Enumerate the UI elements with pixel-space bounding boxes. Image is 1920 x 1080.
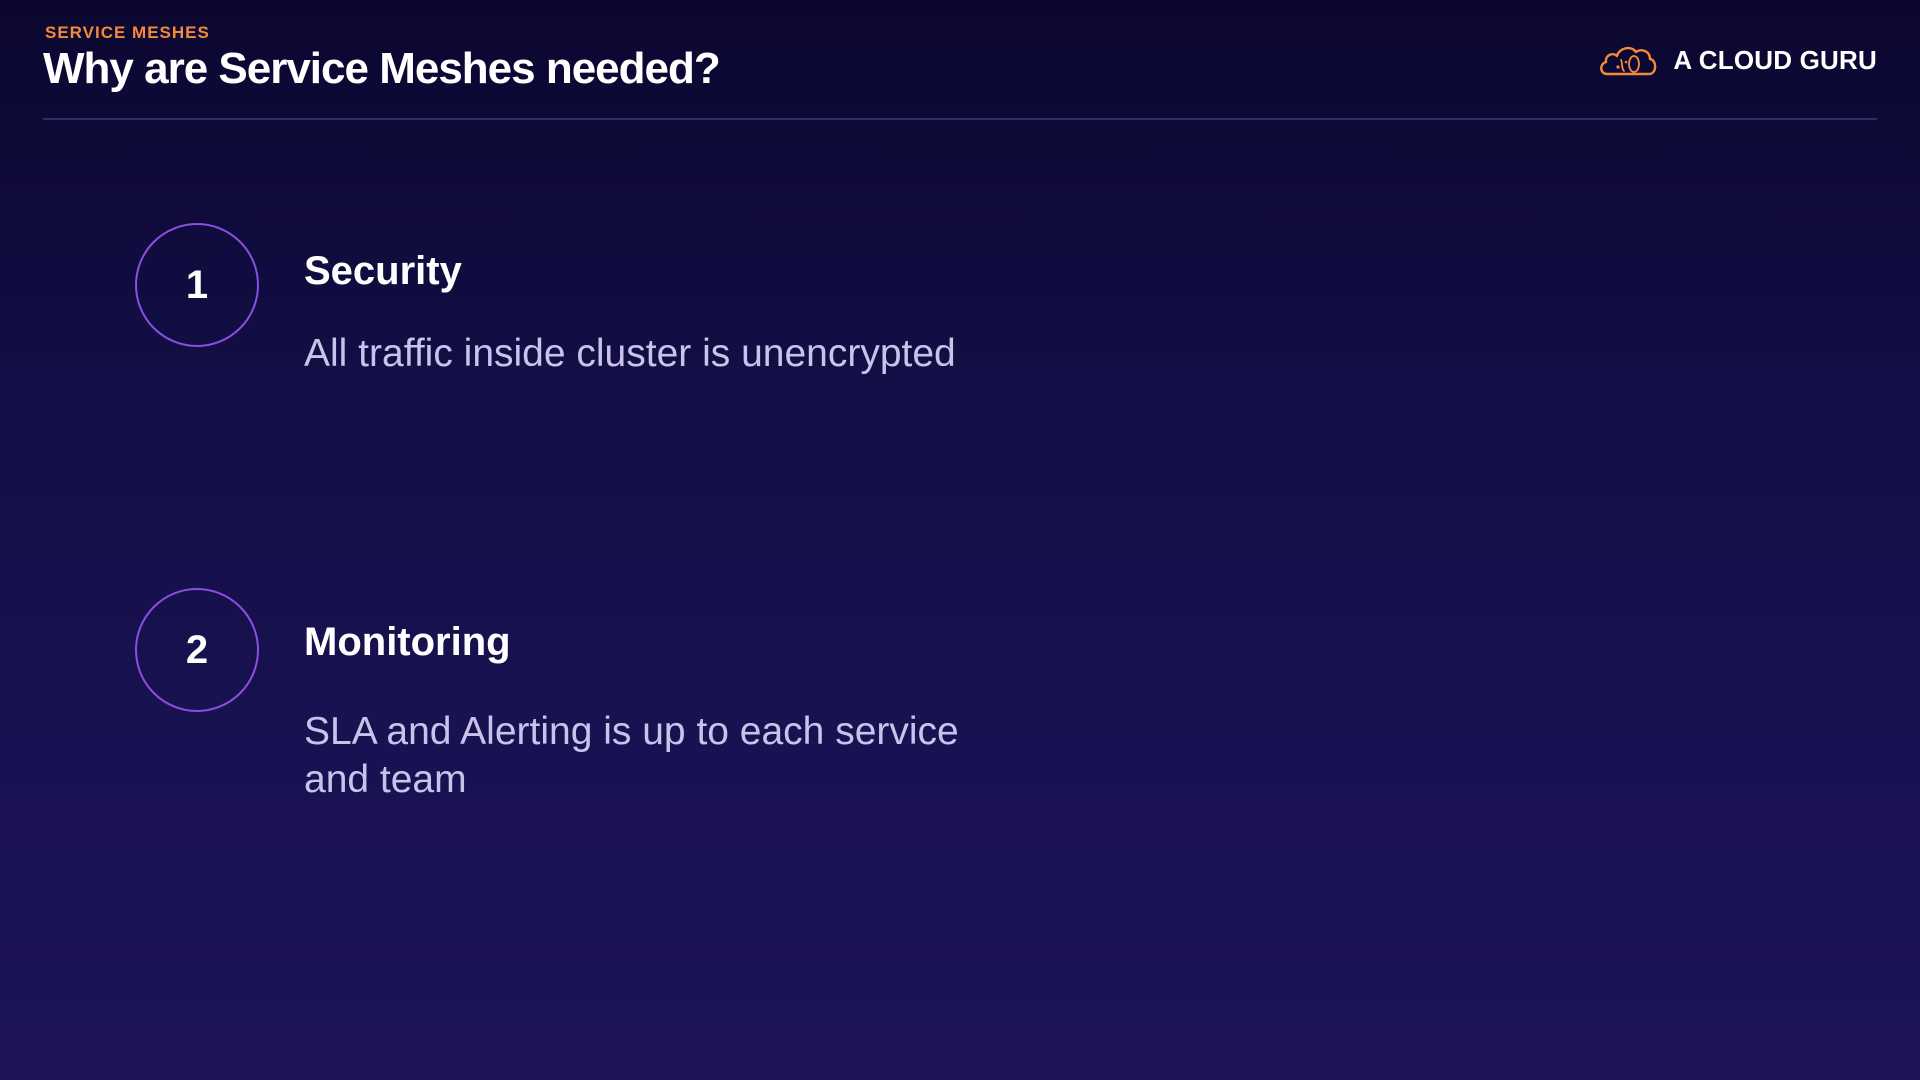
section-label: SERVICE MESHES	[45, 23, 210, 42]
item-title: Monitoring	[304, 620, 511, 664]
item-title: Security	[304, 249, 462, 293]
header-divider	[43, 118, 1877, 120]
slide-title: Why are Service Meshes needed?	[43, 44, 721, 93]
brand-name: A CLOUD GURU	[1673, 44, 1877, 75]
number-badge: 1	[135, 223, 259, 347]
cloud-guru-logo-icon	[1600, 46, 1657, 76]
item-description: All traffic inside cluster is unencrypte…	[304, 332, 956, 375]
brand-logo: A CLOUD GURU	[1597, 36, 1877, 84]
number-badge: 2	[135, 588, 259, 712]
item-description: SLA and Alerting is up to each service a…	[304, 710, 959, 801]
slide: SERVICE MESHES Why are Service Meshes ne…	[0, 0, 1920, 1080]
